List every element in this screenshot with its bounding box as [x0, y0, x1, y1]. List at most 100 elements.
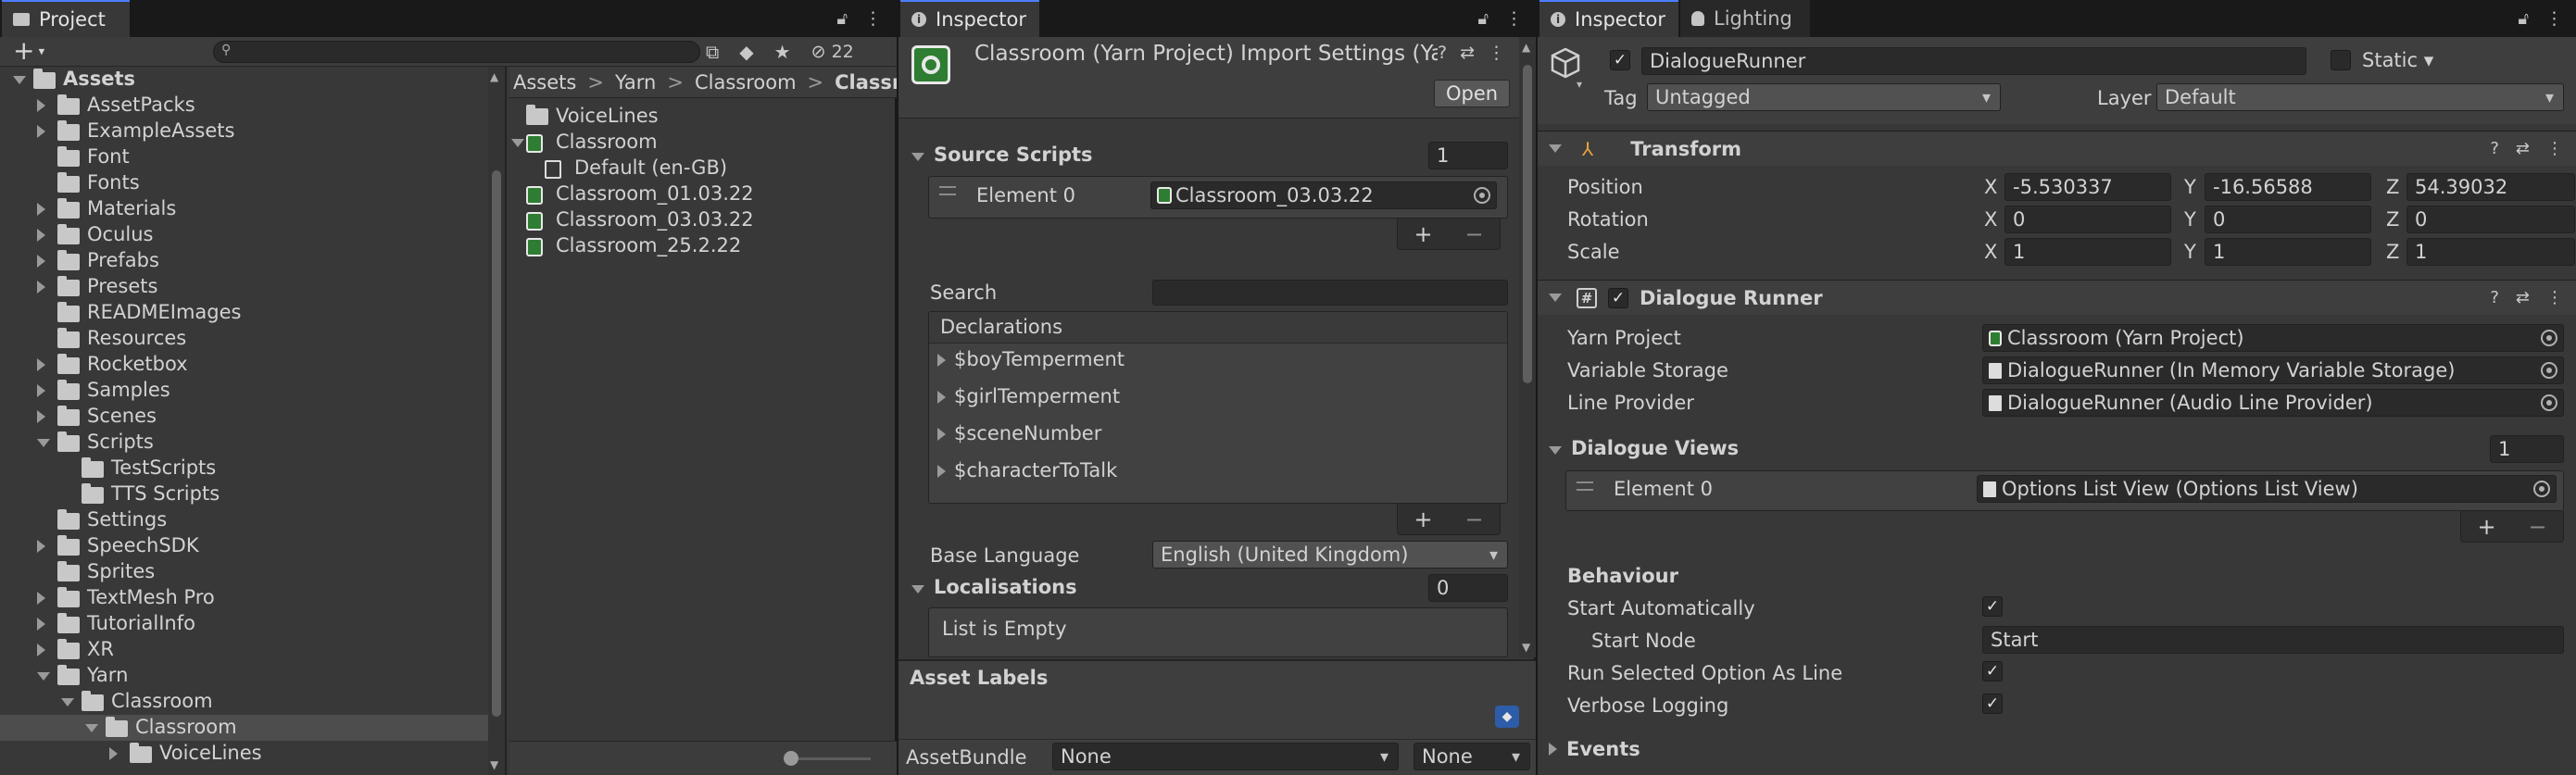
- file-item[interactable]: Default (en-GB): [509, 156, 897, 181]
- declarations-search-input[interactable]: [1152, 280, 1508, 306]
- expand-arrow-icon[interactable]: [37, 229, 45, 242]
- tree-item[interactable]: TestScripts: [0, 456, 488, 481]
- expand-arrow-icon[interactable]: [937, 391, 946, 404]
- expand-arrow-icon[interactable]: [37, 281, 45, 294]
- breadcrumb-item[interactable]: Classroom: [695, 71, 797, 94]
- expand-arrow-icon[interactable]: [37, 203, 45, 216]
- import-scrollbar[interactable]: ▲ ▼: [1519, 37, 1536, 657]
- expand-arrow-icon[interactable]: [37, 99, 45, 112]
- rotation-x-input[interactable]: 0: [2004, 206, 2171, 233]
- add-icon[interactable]: +: [1414, 506, 1432, 532]
- object-picker-icon[interactable]: [2541, 362, 2557, 379]
- tree-item[interactable]: Resources: [0, 326, 488, 352]
- more-icon[interactable]: ⋮: [2545, 8, 2563, 29]
- icon-size-slider[interactable]: [784, 751, 871, 766]
- hidden-packages-toggle[interactable]: ⊘ 22: [811, 42, 854, 62]
- scroll-up-arrow[interactable]: ▲: [1522, 41, 1530, 54]
- add-icon[interactable]: +: [2477, 514, 2495, 540]
- verbose-logging-checkbox[interactable]: ✓: [1982, 694, 2003, 714]
- axis-z-label[interactable]: Z: [2386, 208, 2399, 231]
- expand-arrow-icon[interactable]: [37, 384, 45, 397]
- help-icon[interactable]: ?: [1438, 43, 1447, 63]
- more-icon[interactable]: ⋮: [2546, 288, 2563, 307]
- rotation-z-input[interactable]: 0: [2406, 206, 2575, 233]
- axis-y-label[interactable]: Y: [2184, 241, 2196, 263]
- collapse-arrow-icon[interactable]: [37, 672, 50, 681]
- file-item[interactable]: VoiceLines: [509, 104, 897, 130]
- help-icon[interactable]: ?: [2490, 288, 2499, 307]
- open-button[interactable]: Open: [1434, 80, 1510, 107]
- active-checkbox[interactable]: ✓: [1610, 50, 1630, 70]
- icon-dropdown-arrow[interactable]: ▾: [1577, 78, 1582, 91]
- tree-item[interactable]: VoiceLines: [0, 741, 488, 767]
- tree-item[interactable]: Presets: [0, 274, 488, 300]
- more-icon[interactable]: ⋮: [1505, 8, 1523, 29]
- variable-storage-field[interactable]: DialogueRunner (In Memory Variable Stora…: [1982, 356, 2564, 384]
- search-input[interactable]: ⚲: [213, 41, 700, 63]
- tree-item[interactable]: Prefabs: [0, 248, 488, 274]
- tab-lighting[interactable]: Lighting: [1680, 0, 1810, 37]
- axis-x-label[interactable]: X: [1984, 176, 1997, 198]
- assetbundle-dropdown[interactable]: None: [1052, 743, 1399, 770]
- tab-project[interactable]: Project: [2, 0, 130, 37]
- transform-header[interactable]: ⅄ Transform ? ⇄ ⋮: [1538, 131, 2576, 166]
- scroll-down-arrow[interactable]: ▼: [490, 758, 498, 771]
- label-tag-icon[interactable]: ◆: [1495, 706, 1519, 728]
- expand-arrow-icon[interactable]: [37, 592, 45, 605]
- tree-item[interactable]: Oculus: [0, 222, 488, 248]
- favorite-icon[interactable]: ★: [774, 41, 791, 63]
- tree-item[interactable]: Rocketbox: [0, 352, 488, 378]
- axis-y-label[interactable]: Y: [2184, 208, 2196, 231]
- tree-item[interactable]: TutorialInfo: [0, 611, 488, 637]
- tree-item[interactable]: Samples: [0, 378, 488, 404]
- element-0-field[interactable]: Classroom_03.03.22: [1150, 181, 1497, 209]
- tree-item[interactable]: Materials: [0, 196, 488, 222]
- assetbundle-variant-dropdown[interactable]: None: [1414, 743, 1530, 770]
- tree-item[interactable]: ExampleAssets: [0, 119, 488, 144]
- tree-item[interactable]: Classroom: [0, 689, 488, 715]
- object-picker-icon[interactable]: [2533, 481, 2550, 497]
- axis-x-label[interactable]: X: [1984, 208, 1997, 231]
- object-picker-icon[interactable]: [2541, 330, 2557, 346]
- run-selected-checkbox[interactable]: ✓: [1982, 661, 2003, 681]
- tree-item[interactable]: XR: [0, 637, 488, 663]
- more-icon[interactable]: ⋮: [2546, 139, 2563, 158]
- scale-z-input[interactable]: 1: [2406, 238, 2575, 266]
- tree-item[interactable]: Settings: [0, 507, 488, 533]
- drag-handle-icon[interactable]: [1577, 481, 1593, 491]
- breadcrumb-item[interactable]: Assets: [513, 71, 576, 94]
- dialogue-views-foldout[interactable]: Dialogue Views: [1549, 437, 1739, 459]
- filter-type-icon[interactable]: ⧉: [706, 41, 719, 63]
- dialogue-view-element-0[interactable]: Options List View (Options List View): [1977, 475, 2557, 503]
- expand-arrow-icon[interactable]: [37, 358, 45, 371]
- axis-y-label[interactable]: Y: [2184, 176, 2196, 198]
- localisations-foldout[interactable]: Localisations: [911, 576, 1077, 598]
- preset-icon[interactable]: ⇄: [2516, 288, 2530, 307]
- scroll-thumb[interactable]: [492, 170, 501, 717]
- tree-item[interactable]: Scripts: [0, 430, 488, 456]
- scale-y-input[interactable]: 1: [2205, 238, 2371, 266]
- add-icon[interactable]: +: [1414, 221, 1432, 247]
- file-item[interactable]: Classroom_01.03.22: [509, 181, 897, 207]
- lock-icon[interactable]: 🔓︎: [836, 9, 848, 29]
- dialogue-views-count[interactable]: 1: [2490, 435, 2564, 463]
- object-name-input[interactable]: DialogueRunner: [1641, 47, 2306, 75]
- breadcrumb-item-current[interactable]: Classroom: [835, 71, 897, 94]
- scale-x-input[interactable]: 1: [2004, 238, 2171, 266]
- create-button[interactable]: + ▾: [13, 35, 44, 66]
- label-icon[interactable]: ◆: [739, 41, 753, 63]
- start-automatically-checkbox[interactable]: ✓: [1982, 596, 2003, 617]
- expand-arrow-icon[interactable]: [937, 465, 946, 478]
- base-language-dropdown[interactable]: English (United Kingdom): [1152, 541, 1508, 569]
- tree-item[interactable]: SpeechSDK: [0, 533, 488, 559]
- tree-item[interactable]: Yarn: [0, 663, 488, 689]
- tree-item[interactable]: Scenes: [0, 404, 488, 430]
- expand-arrow-icon[interactable]: [37, 618, 45, 631]
- events-foldout[interactable]: Events: [1549, 738, 1640, 760]
- tree-item[interactable]: Assets: [0, 67, 488, 93]
- expand-arrow-icon[interactable]: [37, 540, 45, 553]
- rotation-y-input[interactable]: 0: [2205, 206, 2371, 233]
- tree-item[interactable]: AssetPacks: [0, 93, 488, 119]
- tree-item[interactable]: READMEImages: [0, 300, 488, 326]
- collapse-arrow-icon[interactable]: [511, 139, 524, 147]
